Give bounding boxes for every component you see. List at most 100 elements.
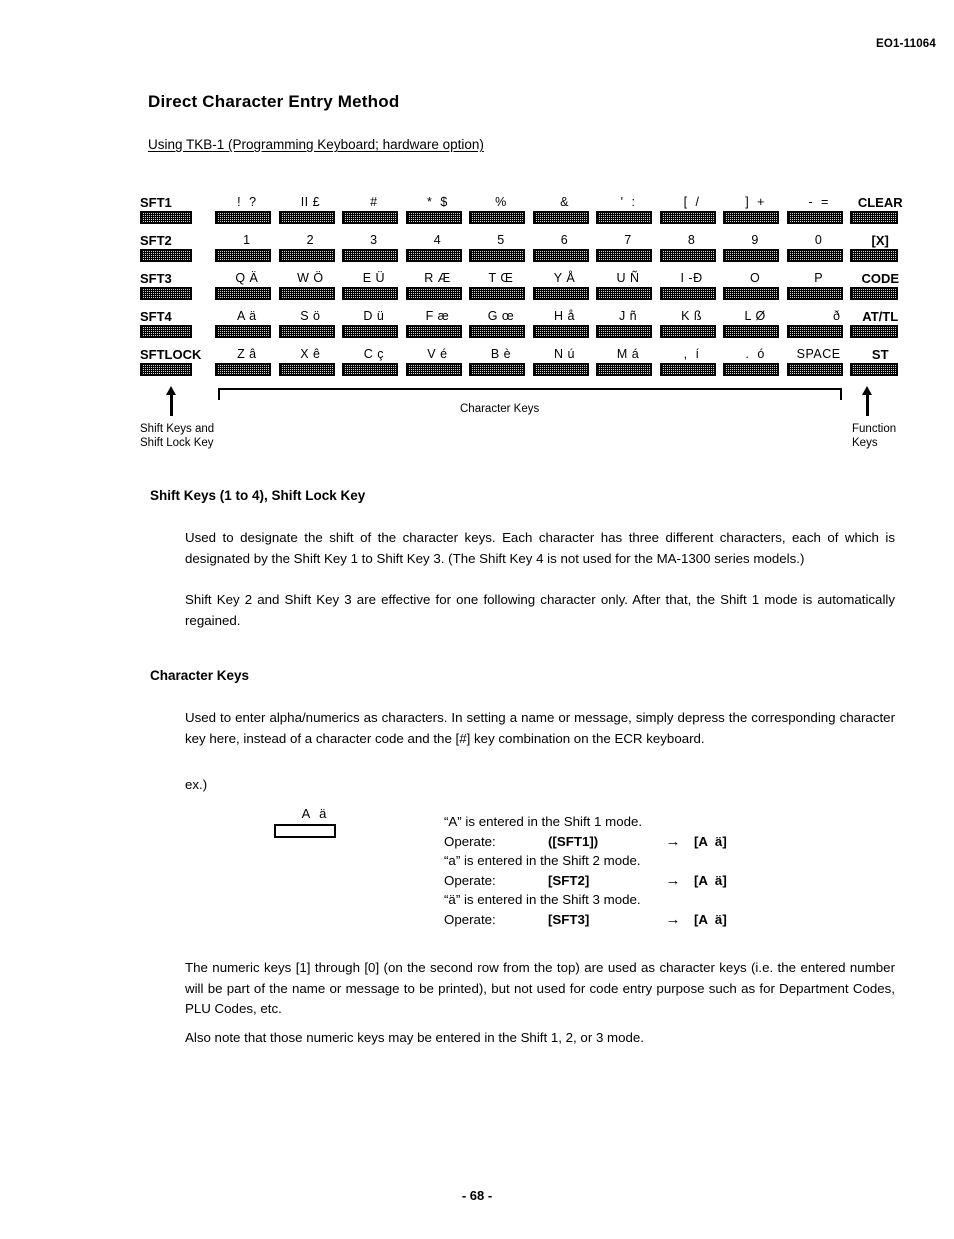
key-cap[interactable]: [786, 287, 843, 300]
character-key-cell[interactable]: 6: [532, 232, 597, 262]
key-cap[interactable]: [278, 363, 335, 376]
function-key-cell[interactable]: AT/TL: [850, 308, 910, 338]
character-key-cell[interactable]: Z â: [215, 346, 279, 376]
character-key-cell[interactable]: 4: [405, 232, 470, 262]
key-cap[interactable]: [723, 249, 780, 262]
key-cap[interactable]: [342, 287, 399, 300]
character-key-cell[interactable]: Y Å: [532, 270, 597, 300]
example-key-cap[interactable]: [274, 824, 336, 838]
key-cap[interactable]: [723, 363, 780, 376]
key-cap[interactable]: [659, 249, 716, 262]
key-cap[interactable]: [405, 325, 462, 338]
key-cap[interactable]: [659, 325, 716, 338]
character-key-cell[interactable]: 0: [786, 232, 851, 262]
key-cap[interactable]: [278, 249, 335, 262]
character-key-cell[interactable]: V é: [405, 346, 470, 376]
key-cap[interactable]: [278, 325, 335, 338]
key-cap[interactable]: [659, 211, 716, 224]
character-key-cell[interactable]: E Ü: [342, 270, 406, 300]
character-key-cell[interactable]: 1: [215, 232, 279, 262]
character-key-cell[interactable]: %: [469, 194, 533, 224]
key-cap[interactable]: [786, 249, 843, 262]
function-key-cap[interactable]: [850, 211, 899, 224]
character-key-cell[interactable]: U Ñ: [596, 270, 660, 300]
key-cap[interactable]: [786, 211, 843, 224]
key-cap[interactable]: [215, 363, 272, 376]
key-cap[interactable]: [532, 325, 589, 338]
character-key-cell[interactable]: ' :: [596, 194, 660, 224]
character-key-cell[interactable]: II £: [278, 194, 343, 224]
character-key-cell[interactable]: . ó: [723, 346, 787, 376]
key-cap[interactable]: [532, 363, 589, 376]
key-cap[interactable]: [405, 211, 462, 224]
key-cap[interactable]: [723, 211, 780, 224]
character-key-cell[interactable]: 8: [659, 232, 724, 262]
character-key-cell[interactable]: 9: [723, 232, 787, 262]
character-key-cell[interactable]: K ß: [659, 308, 724, 338]
character-key-cell[interactable]: G œ: [469, 308, 533, 338]
space-key-cell[interactable]: SPACE: [786, 346, 851, 376]
shift-key-cell[interactable]: SFT2: [140, 232, 215, 262]
character-key-cell[interactable]: N ú: [532, 346, 597, 376]
key-cap[interactable]: [405, 363, 462, 376]
character-key-cell[interactable]: ] +: [723, 194, 787, 224]
character-key-cell[interactable]: R Æ: [405, 270, 470, 300]
character-key-cell[interactable]: L Ø: [723, 308, 787, 338]
character-key-cell[interactable]: F æ: [405, 308, 470, 338]
character-key-cell[interactable]: ! ?: [215, 194, 279, 224]
character-key-cell[interactable]: 2: [278, 232, 343, 262]
key-cap[interactable]: [469, 249, 526, 262]
character-key-cell[interactable]: A ä: [215, 308, 279, 338]
shift-key-cap[interactable]: [140, 211, 192, 224]
key-cap[interactable]: [659, 363, 716, 376]
character-key-cell[interactable]: , í: [659, 346, 724, 376]
shift-key-cap[interactable]: [140, 249, 192, 262]
key-cap[interactable]: [596, 325, 653, 338]
key-cap[interactable]: [405, 249, 462, 262]
function-key-cap[interactable]: [850, 325, 899, 338]
character-key-cell[interactable]: I -Ð: [659, 270, 724, 300]
character-key-cell[interactable]: 7: [596, 232, 660, 262]
key-cap[interactable]: [342, 363, 399, 376]
function-key-cell[interactable]: [X]: [850, 232, 910, 262]
function-key-cap[interactable]: [850, 249, 899, 262]
character-key-cell[interactable]: T Œ: [469, 270, 533, 300]
key-cap[interactable]: [532, 287, 589, 300]
key-cap[interactable]: [469, 363, 526, 376]
function-key-cap[interactable]: [850, 287, 899, 300]
function-key-cell[interactable]: CODE: [850, 270, 910, 300]
key-cap[interactable]: [278, 211, 335, 224]
character-key-cell[interactable]: S ö: [278, 308, 343, 338]
character-key-cell[interactable]: ð: [786, 308, 851, 338]
key-cap[interactable]: [215, 249, 272, 262]
character-key-cell[interactable]: 3: [342, 232, 406, 262]
key-cap[interactable]: [532, 211, 589, 224]
character-key-cell[interactable]: H å: [532, 308, 597, 338]
key-cap[interactable]: [342, 211, 399, 224]
shift-key-cell[interactable]: SFT3: [140, 270, 215, 300]
character-key-cell[interactable]: P: [786, 270, 851, 300]
key-cap[interactable]: [596, 211, 653, 224]
key-cap[interactable]: [215, 287, 272, 300]
character-key-cell[interactable]: C ç: [342, 346, 406, 376]
shift-key-cell[interactable]: SFT1: [140, 194, 215, 224]
function-key-cell[interactable]: ST: [850, 346, 910, 376]
shift-lock-key-cell[interactable]: SFTLOCK: [140, 346, 215, 376]
key-cap[interactable]: [786, 363, 843, 376]
key-cap[interactable]: [215, 325, 272, 338]
character-key-cell[interactable]: W Ö: [278, 270, 343, 300]
character-key-cell[interactable]: &: [532, 194, 597, 224]
key-cap[interactable]: [342, 325, 399, 338]
key-cap[interactable]: [342, 249, 399, 262]
character-key-cell[interactable]: B è: [469, 346, 533, 376]
character-key-cell[interactable]: M á: [596, 346, 660, 376]
shift-key-cap[interactable]: [140, 325, 192, 338]
character-key-cell[interactable]: #: [342, 194, 406, 224]
key-cap[interactable]: [532, 249, 589, 262]
key-cap[interactable]: [215, 211, 272, 224]
key-cap[interactable]: [596, 249, 653, 262]
key-cap[interactable]: [469, 325, 526, 338]
function-key-cap[interactable]: [850, 363, 899, 376]
character-key-cell[interactable]: X ê: [278, 346, 343, 376]
character-key-cell[interactable]: - =: [786, 194, 851, 224]
